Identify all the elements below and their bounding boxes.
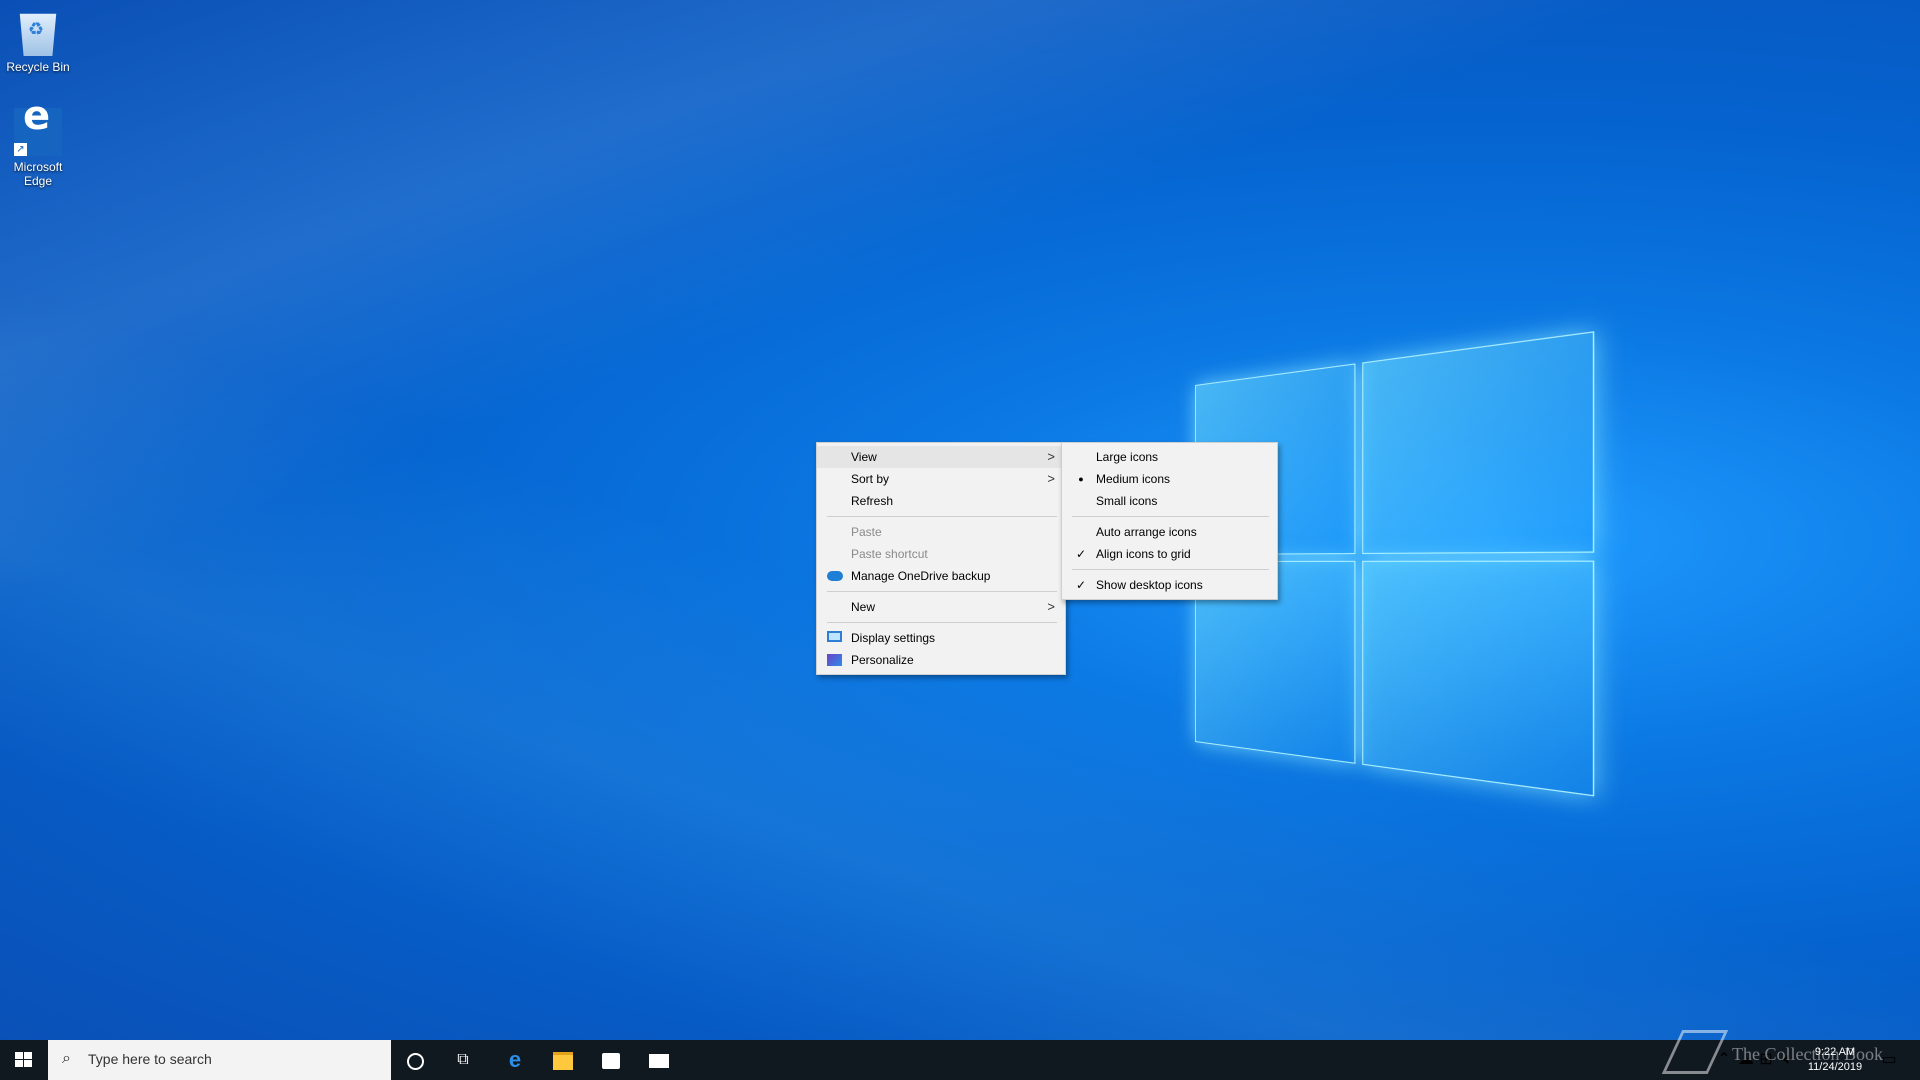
taskbar-search-box[interactable]: ⌕ Type here to search: [48, 1040, 391, 1080]
menu-item-label: Paste shortcut: [851, 547, 928, 561]
menu-item-label: Sort by: [851, 472, 889, 486]
recycle-bin-icon: [14, 8, 62, 56]
search-icon: ⌕: [62, 1050, 71, 1068]
menu-item-label: Show desktop icons: [1096, 578, 1203, 592]
desktop-icon-label: Microsoft Edge: [0, 160, 76, 188]
edge-icon: e ↗: [14, 108, 62, 156]
onedrive-icon: [827, 571, 843, 581]
menu-item-label: Display settings: [851, 631, 935, 645]
menu-separator: [827, 591, 1057, 592]
radio-bullet-icon: ●: [1072, 468, 1090, 490]
taskbar-mail-button[interactable]: [635, 1040, 683, 1080]
submenu-item-small-icons[interactable]: Small icons: [1062, 490, 1277, 512]
view-submenu: Large icons ● Medium icons Small icons A…: [1061, 442, 1278, 600]
desktop-icon-recycle-bin[interactable]: Recycle Bin: [0, 8, 76, 74]
menu-item-label: Manage OneDrive backup: [851, 569, 990, 583]
chevron-right-icon: >: [1047, 446, 1055, 468]
display-settings-icon: [827, 631, 842, 642]
menu-separator: [827, 622, 1057, 623]
submenu-item-align-icons-to-grid[interactable]: ✓ Align icons to grid: [1062, 543, 1277, 565]
store-icon: [602, 1053, 620, 1069]
menu-item-manage-onedrive-backup[interactable]: Manage OneDrive backup: [817, 565, 1065, 587]
taskbar: ⌕ Type here to search ⧉ e ⌃ ☁ ⊞ 🔈︎ 9:22 …: [0, 1040, 1920, 1080]
edge-icon: e: [509, 1047, 521, 1072]
personalize-icon: [827, 654, 842, 666]
menu-separator: [827, 516, 1057, 517]
menu-item-sort-by[interactable]: Sort by >: [817, 468, 1065, 490]
menu-separator: [1072, 516, 1269, 517]
menu-item-display-settings[interactable]: Display settings: [817, 627, 1065, 649]
submenu-item-medium-icons[interactable]: ● Medium icons: [1062, 468, 1277, 490]
menu-item-label: Medium icons: [1096, 472, 1170, 486]
submenu-item-auto-arrange-icons[interactable]: Auto arrange icons: [1062, 521, 1277, 543]
menu-item-paste: Paste: [817, 521, 1065, 543]
menu-item-label: New: [851, 600, 875, 614]
taskbar-edge-button[interactable]: e: [491, 1040, 539, 1080]
task-view-icon: ⧉: [457, 1051, 468, 1068]
start-button[interactable]: [0, 1040, 48, 1080]
submenu-item-large-icons[interactable]: Large icons: [1062, 446, 1277, 468]
chevron-right-icon: >: [1047, 596, 1055, 618]
watermark-text: The Collection Book: [1732, 1044, 1883, 1065]
menu-item-paste-shortcut: Paste shortcut: [817, 543, 1065, 565]
desktop-icon-label: Recycle Bin: [0, 60, 76, 74]
search-placeholder: Type here to search: [88, 1051, 212, 1067]
menu-item-label: Auto arrange icons: [1096, 525, 1197, 539]
menu-item-personalize[interactable]: Personalize: [817, 649, 1065, 671]
menu-item-label: Large icons: [1096, 450, 1158, 464]
menu-item-label: Paste: [851, 525, 882, 539]
windows-start-icon: [15, 1052, 33, 1068]
menu-item-new[interactable]: New >: [817, 596, 1065, 618]
taskbar-store-button[interactable]: [587, 1040, 635, 1080]
task-view-button[interactable]: ⧉: [439, 1040, 487, 1080]
checkmark-icon: ✓: [1072, 574, 1090, 596]
menu-item-refresh[interactable]: Refresh: [817, 490, 1065, 512]
menu-item-label: Personalize: [851, 653, 914, 667]
cortana-icon: [407, 1053, 424, 1070]
menu-item-label: View: [851, 450, 877, 464]
menu-item-label: Align icons to grid: [1096, 547, 1191, 561]
desktop-icon-microsoft-edge[interactable]: e ↗ Microsoft Edge: [0, 108, 76, 188]
taskbar-file-explorer-button[interactable]: [539, 1040, 587, 1080]
checkmark-icon: ✓: [1072, 543, 1090, 565]
file-explorer-icon: [553, 1052, 573, 1070]
menu-item-label: Small icons: [1096, 494, 1157, 508]
desktop-context-menu: View > Sort by > Refresh Paste Paste sho…: [816, 442, 1066, 675]
mail-icon: [649, 1054, 669, 1068]
chevron-right-icon: >: [1047, 468, 1055, 490]
menu-separator: [1072, 569, 1269, 570]
submenu-item-show-desktop-icons[interactable]: ✓ Show desktop icons: [1062, 574, 1277, 596]
menu-item-label: Refresh: [851, 494, 893, 508]
menu-item-view[interactable]: View >: [817, 446, 1065, 468]
cortana-button[interactable]: [391, 1040, 439, 1080]
